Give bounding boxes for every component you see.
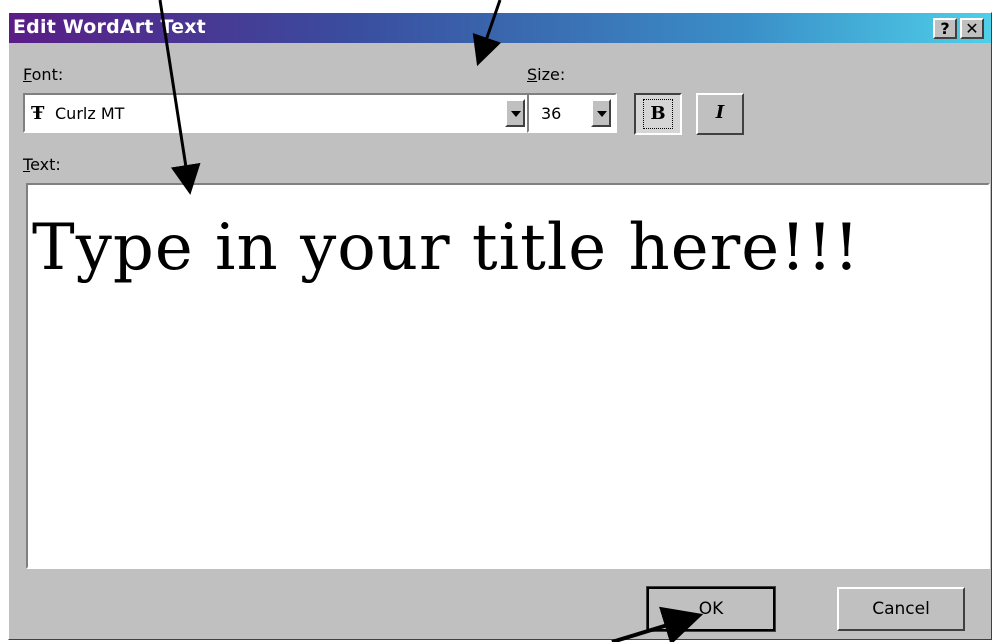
annotation-arrows (158, 0, 704, 642)
arrow-to-title-bar (472, 0, 502, 67)
arrow-to-text-area (158, 0, 201, 195)
arrow-to-ok-button (611, 606, 704, 642)
